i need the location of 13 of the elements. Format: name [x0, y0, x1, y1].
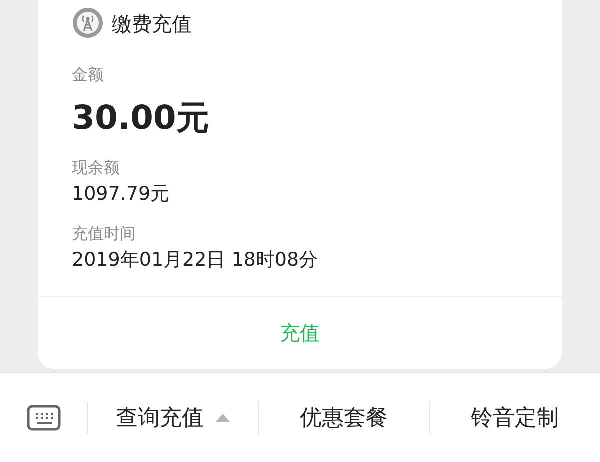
keyboard-icon[interactable] — [27, 404, 61, 430]
card-title: 缴费充值 — [112, 10, 192, 38]
menu-item[interactable]: 优惠套餐 — [259, 402, 429, 432]
field-value: 2019年01月22日 18时08分 — [72, 248, 318, 273]
menu-item[interactable]: 铃音定制 — [430, 402, 600, 432]
field-value: 1097.79元 — [72, 182, 170, 207]
field-label: 现余额 — [72, 157, 120, 179]
field-label: 充值时间 — [72, 223, 136, 245]
field-value: 30.00元 — [72, 97, 210, 139]
menu-item[interactable]: 查询充值 — [88, 402, 258, 432]
field-label: 金额 — [72, 64, 104, 86]
signal-tower-icon — [72, 7, 104, 39]
triangle-icon — [216, 414, 230, 422]
